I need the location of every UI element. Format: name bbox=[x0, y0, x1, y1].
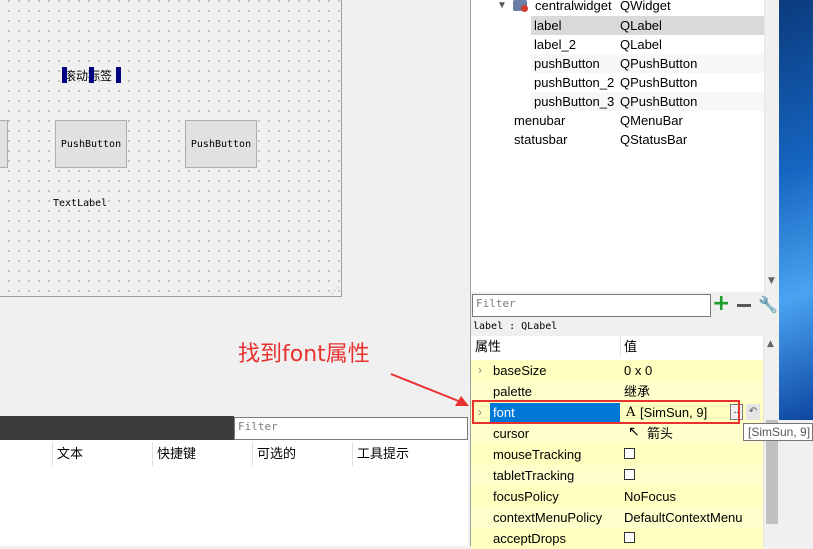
annotation-arrow bbox=[390, 373, 469, 406]
tree-item-name: statusbar bbox=[514, 132, 568, 147]
tree-item-name: label bbox=[534, 18, 562, 33]
pushbutton-2[interactable]: PushButton bbox=[185, 120, 257, 168]
property-row-contextmenupolicy[interactable]: contextMenuPolicy DefaultContextMenu bbox=[471, 507, 764, 528]
form-editor-canvas[interactable]: 滚动标签 PushButton PushButton TextLabel ⋰ bbox=[0, 0, 342, 297]
property-value: 0 x 0 bbox=[624, 363, 653, 378]
property-value: NoFocus bbox=[624, 489, 677, 504]
wrench-icon[interactable]: 🔧 bbox=[758, 295, 778, 314]
remove-property-icon[interactable] bbox=[737, 304, 751, 307]
property-row-cursor[interactable]: cursor ↖ 箭头 bbox=[471, 423, 764, 444]
tree-row-label[interactable]: label QLabel bbox=[531, 16, 764, 35]
property-value: 箭头 bbox=[647, 426, 674, 441]
property-name: mouseTracking bbox=[493, 447, 582, 462]
property-row-mousetracking[interactable]: mouseTracking bbox=[471, 444, 764, 465]
selection-handle-middle[interactable] bbox=[89, 67, 94, 83]
annotation-text: 找到font属性 bbox=[238, 336, 370, 368]
tree-item-name: pushButton_3 bbox=[534, 94, 615, 109]
column-text[interactable]: 文本 bbox=[52, 442, 152, 466]
filter-placeholder: Filter bbox=[238, 420, 278, 433]
label-text: 滚动标签 bbox=[64, 69, 113, 83]
tree-row-centralwidget[interactable]: ▼ centralwidget QWidget bbox=[471, 0, 764, 15]
property-value: 继承 bbox=[624, 384, 651, 399]
annotation-label: 找到font属性 bbox=[238, 342, 370, 367]
selection-handle-left[interactable] bbox=[62, 67, 67, 83]
tree-item-class: QLabel bbox=[620, 18, 662, 33]
property-name: contextMenuPolicy bbox=[493, 510, 603, 525]
property-name: baseSize bbox=[493, 363, 547, 378]
expand-arrow-icon[interactable]: › bbox=[478, 360, 482, 381]
action-filter-input[interactable]: Filter bbox=[234, 417, 468, 440]
desktop-background bbox=[779, 0, 813, 420]
cursor-arrow-icon: ↖ bbox=[628, 423, 640, 439]
column-shortcut[interactable]: 快捷键 bbox=[152, 442, 252, 466]
property-value: DefaultContextMenu bbox=[624, 510, 743, 525]
textlabel[interactable]: TextLabel bbox=[53, 198, 107, 209]
current-object-label: label : QLabel bbox=[473, 321, 558, 332]
tree-scrollbar[interactable]: ▼ bbox=[764, 0, 780, 292]
tree-item-name: menubar bbox=[514, 113, 566, 128]
acceptdrops-checkbox[interactable] bbox=[624, 532, 635, 543]
property-name: palette bbox=[493, 384, 533, 399]
column-value: 值 bbox=[624, 339, 638, 354]
tree-item-name: pushButton bbox=[534, 56, 600, 71]
chevron-down-icon[interactable]: ▼ bbox=[497, 0, 507, 15]
scroll-down-arrow-icon[interactable]: ▼ bbox=[768, 276, 775, 286]
property-name: cursor bbox=[493, 426, 530, 441]
tablettracking-checkbox[interactable] bbox=[624, 469, 635, 480]
tree-item-class: QPushButton bbox=[620, 94, 698, 109]
tree-item-name: centralwidget bbox=[535, 0, 612, 13]
property-row-focuspolicy[interactable]: focusPolicy NoFocus bbox=[471, 486, 764, 507]
property-row-basesize[interactable]: › baseSize 0 x 0 bbox=[471, 360, 764, 381]
font-tooltip: [SimSun, 9] bbox=[743, 423, 813, 441]
property-toolbar: Filter + 🔧 bbox=[470, 291, 780, 320]
object-label-bar: label : QLabel bbox=[470, 320, 780, 336]
property-name: tabletTracking bbox=[493, 468, 575, 483]
property-row-tablettracking[interactable]: tabletTracking bbox=[471, 465, 764, 486]
property-scrollbar[interactable]: ▲ bbox=[763, 336, 780, 546]
tree-row-pushbutton-2[interactable]: pushButton_2 QPushButton bbox=[531, 73, 764, 92]
tree-item-class: QWidget bbox=[620, 0, 671, 13]
property-filter-input[interactable]: Filter bbox=[472, 294, 711, 317]
tree-item-name: label_2 bbox=[534, 37, 576, 52]
column-tooltip[interactable]: 工具提示 bbox=[352, 442, 468, 466]
selection-handle-right[interactable] bbox=[116, 67, 121, 83]
filter-placeholder: Filter bbox=[476, 297, 516, 310]
tree-row-statusbar[interactable]: statusbar QStatusBar bbox=[511, 130, 764, 149]
pushbutton-1[interactable]: PushButton bbox=[55, 120, 127, 168]
font-row-highlight-box bbox=[472, 400, 740, 424]
property-row-palette[interactable]: palette 继承 bbox=[471, 381, 764, 402]
add-property-icon[interactable]: + bbox=[712, 291, 730, 316]
tree-row-pushbutton-3[interactable]: pushButton_3 QPushButton bbox=[531, 92, 764, 111]
tree-item-class: QLabel bbox=[620, 37, 662, 52]
header-divider bbox=[620, 336, 621, 357]
tree-row-menubar[interactable]: menubar QMenuBar bbox=[511, 111, 764, 130]
reset-icon[interactable]: ↶ bbox=[746, 404, 760, 420]
scroll-up-arrow-icon[interactable]: ▲ bbox=[767, 339, 774, 349]
tree-row-pushbutton[interactable]: pushButton QPushButton bbox=[531, 54, 764, 73]
property-name: focusPolicy bbox=[493, 489, 559, 504]
tree-item-class: QMenuBar bbox=[620, 113, 683, 128]
pushbutton-left-partial[interactable] bbox=[0, 120, 8, 168]
action-editor-toolbar bbox=[0, 416, 234, 440]
property-header: 属性 值 bbox=[471, 336, 764, 357]
tree-item-class: QPushButton bbox=[620, 56, 698, 71]
mousetracking-checkbox[interactable] bbox=[624, 448, 635, 459]
object-inspector-tree: ▼ centralwidget QWidget label QLabel lab… bbox=[470, 0, 780, 292]
column-checkable[interactable]: 可选的 bbox=[252, 442, 352, 466]
tree-item-class: QPushButton bbox=[620, 75, 698, 90]
layout-broken-icon bbox=[521, 5, 528, 12]
column-property: 属性 bbox=[475, 339, 502, 354]
resize-grip-icon[interactable]: ⋰ bbox=[331, 286, 339, 295]
tree-row-label-2[interactable]: label_2 QLabel bbox=[531, 35, 764, 54]
tree-item-name: pushButton_2 bbox=[534, 75, 615, 90]
tree-item-class: QStatusBar bbox=[620, 132, 688, 147]
property-editor: 属性 值 › baseSize 0 x 0 palette 继承 › font … bbox=[470, 336, 764, 549]
